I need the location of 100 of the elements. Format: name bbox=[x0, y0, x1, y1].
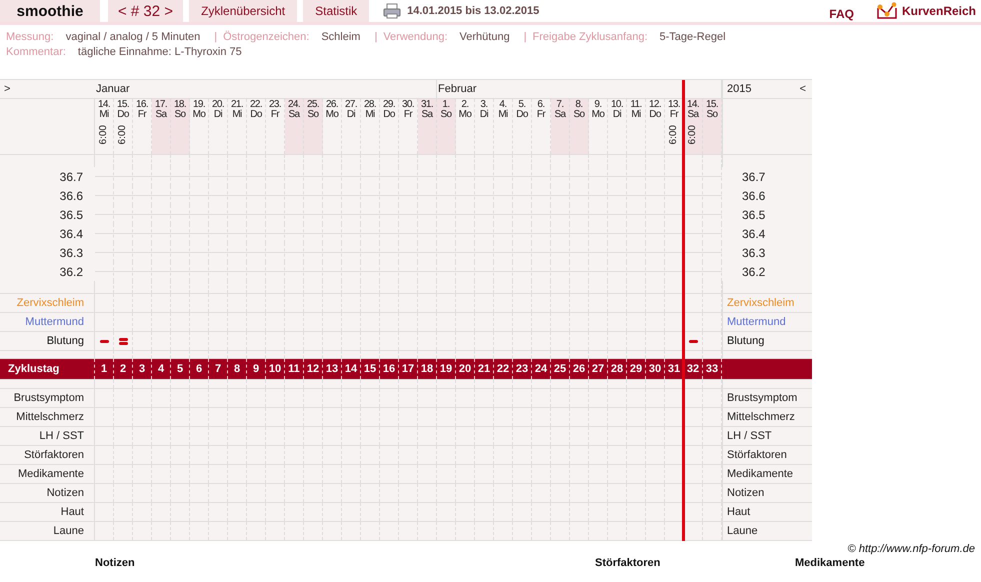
row-label: Laune bbox=[53, 525, 84, 537]
row-label: Blutung bbox=[727, 335, 764, 347]
cycle-day-number: 17 bbox=[402, 363, 414, 375]
cycle-day-number: 4 bbox=[158, 363, 164, 375]
weekday-label: Di bbox=[214, 110, 222, 120]
collapse-arrow[interactable]: < bbox=[800, 83, 806, 95]
weekday-label: Di bbox=[612, 110, 622, 120]
brand-name: KurvenReich bbox=[902, 4, 976, 18]
cycle-day-number: 21 bbox=[478, 363, 490, 375]
day-date: 20. bbox=[212, 100, 224, 110]
weekday-label: Di bbox=[480, 110, 488, 120]
cycle-day-number: 9 bbox=[252, 363, 260, 375]
cycle-day-number: 3 bbox=[138, 363, 146, 375]
day-date: 26. bbox=[326, 100, 338, 110]
temperature-label: 36.2 bbox=[60, 264, 83, 278]
weekday-label: Mi bbox=[99, 110, 109, 120]
section-heading: Störfaktoren bbox=[595, 557, 660, 569]
cycle-day-number: 15 bbox=[364, 363, 376, 375]
nav-tab[interactable]: Statistik bbox=[303, 0, 370, 22]
weekday-label: Mi bbox=[365, 110, 375, 120]
date-range: 14.01.2015 bis 13.02.2015 bbox=[407, 5, 540, 17]
username-label: smoothie bbox=[0, 0, 100, 22]
day-date: 5. bbox=[518, 100, 526, 110]
copyright-text: © http://www.nfp-forum.de bbox=[848, 543, 975, 555]
cycle-day-number: 12 bbox=[306, 363, 320, 375]
day-date: 3. bbox=[480, 100, 488, 110]
cycle-day-number: 26 bbox=[572, 363, 586, 375]
expand-arrow[interactable]: > bbox=[4, 83, 10, 95]
weekday-label: Fr bbox=[670, 110, 678, 120]
weekday-label: Sa bbox=[421, 110, 433, 120]
separator: | bbox=[524, 30, 527, 45]
weekday-label: Fr bbox=[138, 110, 146, 120]
info-value: 5-Tage-Regel bbox=[660, 30, 726, 45]
weekday-label: Do bbox=[117, 110, 129, 120]
weekday-label: Mi bbox=[498, 110, 508, 120]
info-value: vaginal / analog / 5 Minuten bbox=[66, 30, 200, 45]
section-heading: Medikamente bbox=[795, 557, 865, 569]
cycle-day-number: 8 bbox=[234, 363, 240, 375]
printer-icon[interactable] bbox=[383, 3, 402, 19]
day-date: 19. bbox=[192, 100, 206, 110]
day-date: 12. bbox=[648, 100, 662, 110]
day-date: 14. bbox=[98, 100, 110, 110]
cycle-day-number: 28 bbox=[610, 363, 624, 375]
info-value: tägliche Einnahme: L-Thyroxin 75 bbox=[78, 45, 242, 60]
weekday-label: Do bbox=[250, 110, 262, 120]
temperature-label: 36.2 bbox=[742, 264, 766, 278]
day-date: 24. bbox=[288, 100, 300, 110]
time-label: 6:00 bbox=[688, 125, 698, 144]
row-label: Störfaktoren bbox=[24, 449, 84, 461]
cycle-day-number: 6 bbox=[196, 363, 202, 375]
temperature-label: 36.3 bbox=[60, 246, 83, 260]
row-label: Brustsymptom bbox=[727, 392, 798, 404]
weekday-label: Sa bbox=[554, 110, 566, 120]
row-label: Zervixschleim bbox=[16, 297, 84, 309]
row-label: LH / SST bbox=[39, 430, 84, 442]
row-label: Laune bbox=[727, 525, 758, 537]
cycle-day-number: 14 bbox=[344, 363, 358, 375]
day-date: 2. bbox=[461, 100, 469, 110]
day-date: 21. bbox=[230, 100, 244, 110]
separator: | bbox=[214, 30, 218, 45]
row-label: Haut bbox=[727, 506, 750, 518]
day-date: 6. bbox=[537, 100, 545, 110]
day-date: 14. bbox=[686, 100, 700, 110]
info-label: Östrogenzeichen: bbox=[223, 30, 310, 45]
cycle-day-number: 24 bbox=[534, 363, 548, 375]
weekday-label: Mo bbox=[458, 110, 472, 120]
weekday-label: Mi bbox=[232, 110, 242, 120]
row-label: Medikamente bbox=[18, 468, 84, 480]
cycle-day-number: 32 bbox=[686, 363, 700, 375]
cycle-day-number: 31 bbox=[668, 363, 680, 375]
weekday-label: Fr bbox=[536, 110, 546, 120]
cycle-navigation[interactable]: < # 32 > bbox=[108, 0, 184, 22]
day-date: 4. bbox=[499, 100, 507, 110]
time-label: 6:00 bbox=[99, 125, 109, 144]
weekday-label: Do bbox=[516, 110, 528, 120]
cycle-day-number: 27 bbox=[592, 363, 604, 375]
section-heading: Notizen bbox=[95, 557, 135, 569]
separator: | bbox=[374, 30, 378, 45]
weekday-label: So bbox=[573, 110, 585, 120]
weekday-label: So bbox=[706, 110, 718, 120]
row-label: Haut bbox=[60, 506, 84, 518]
day-date: 30. bbox=[402, 100, 414, 110]
weekday-label: Fr bbox=[270, 110, 280, 120]
row-label: Notizen bbox=[46, 487, 84, 499]
weekday-label: Do bbox=[383, 110, 395, 120]
temperature-label: 36.6 bbox=[742, 188, 766, 202]
cycle-day-number: 1 bbox=[100, 363, 108, 375]
cycle-day-number: 20 bbox=[458, 363, 472, 375]
temperature-label: 36.7 bbox=[60, 170, 83, 184]
temperature-label: 36.4 bbox=[742, 226, 766, 240]
day-date: 15. bbox=[706, 100, 718, 110]
day-date: 23. bbox=[268, 100, 282, 110]
day-date: 27. bbox=[344, 100, 358, 110]
faq-link[interactable]: FAQ bbox=[829, 7, 854, 21]
weekday-label: So bbox=[174, 110, 186, 120]
nav-tab[interactable]: Zyklenübersicht bbox=[189, 0, 298, 22]
temperature-label: 36.3 bbox=[742, 246, 766, 260]
row-label: Muttermund bbox=[25, 316, 84, 328]
day-date: 29. bbox=[382, 100, 396, 110]
weekday-label: Mo bbox=[326, 110, 338, 120]
